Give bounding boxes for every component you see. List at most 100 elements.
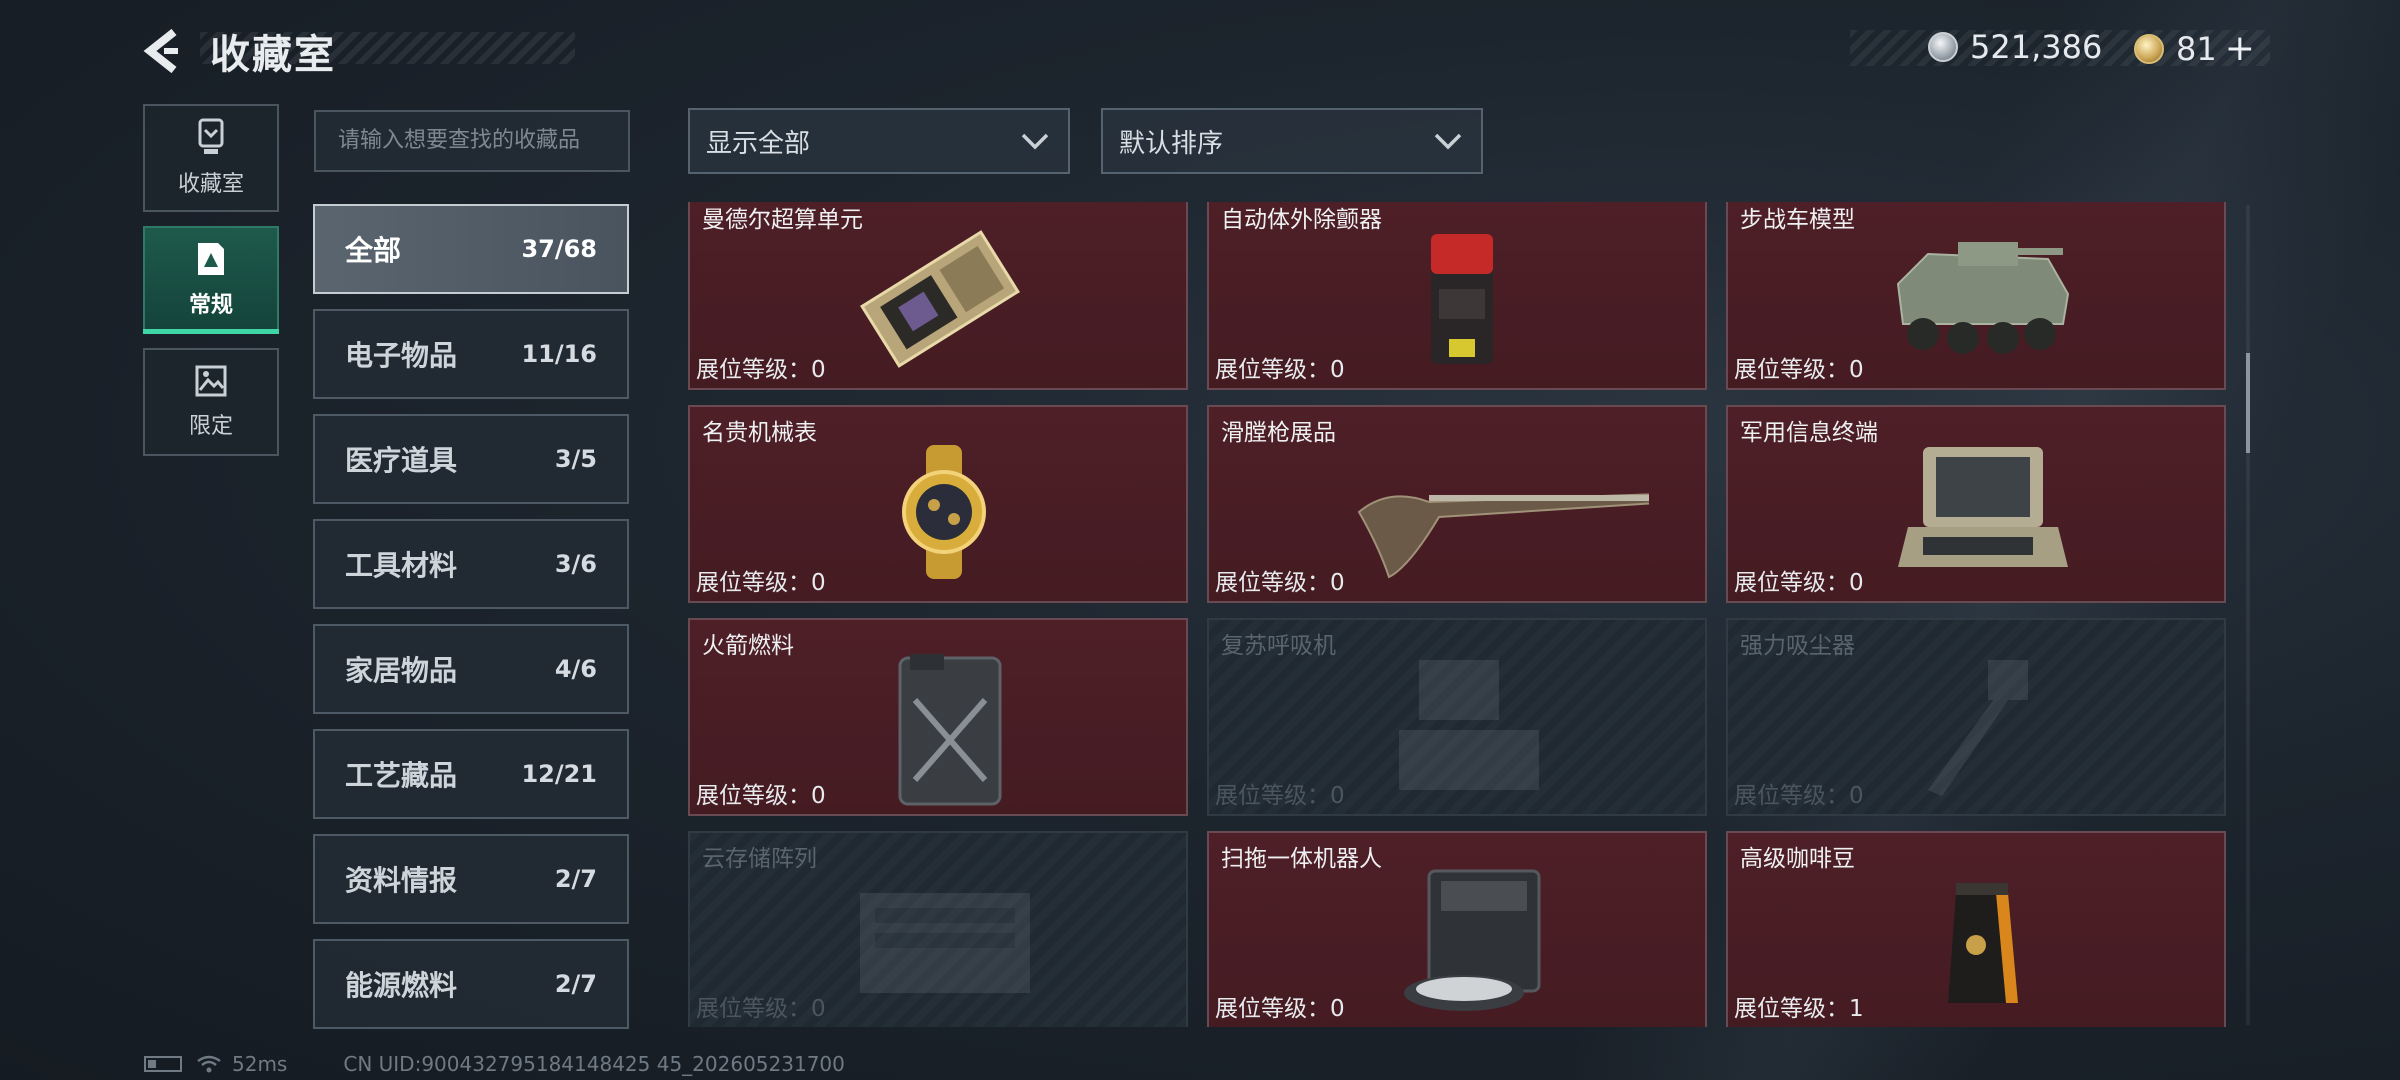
image-icon [195, 365, 227, 397]
top-bar: 收藏室 521,386 81 + [0, 0, 2400, 100]
collection-card[interactable]: 军用信息终端 展位等级：0 [1726, 405, 2226, 603]
item-level: 展位等级：0 [1734, 357, 1864, 383]
item-name: 滑膛枪展品 [1221, 420, 1336, 446]
item-name: 火箭燃料 [702, 633, 794, 659]
collection-card[interactable]: 步战车模型 展位等级：0 [1726, 202, 2226, 390]
category-count: 37/68 [521, 235, 597, 263]
ventilator-icon [1399, 660, 1539, 790]
document-icon [198, 243, 224, 275]
item-level: 展位等级：0 [696, 783, 826, 809]
item-name: 名贵机械表 [702, 420, 817, 446]
category-count: 11/16 [521, 340, 597, 368]
sort-value: 默认排序 [1119, 128, 1224, 159]
add-currency-button[interactable]: + [2225, 28, 2255, 69]
gold-currency-amount: 81 [2176, 29, 2217, 68]
collection-card[interactable]: 扫拖一体机器人 展位等级：0 [1207, 831, 1707, 1027]
collection-card[interactable]: 滑膛枪展品 展位等级：0 [1207, 405, 1707, 603]
category-count: 3/6 [554, 550, 597, 578]
search-input[interactable]: 请输入想要查找的收藏品 [314, 110, 630, 172]
category-name: 资料情报 [345, 864, 458, 897]
coffee-bag-icon [1948, 883, 2018, 1003]
item-level: 展位等级：0 [1215, 570, 1345, 596]
item-name: 强力吸尘器 [1740, 633, 1855, 659]
category-name: 工具材料 [345, 549, 458, 582]
vacuum-icon [1928, 660, 2028, 796]
category-name: 电子物品 [345, 339, 458, 372]
nav-item-regular[interactable]: 常规 [143, 226, 279, 334]
item-name: 云存储阵列 [702, 846, 817, 872]
category-count: 2/7 [554, 970, 597, 998]
collection-card[interactable]: 自动体外除颤器 展位等级：0 [1207, 202, 1707, 390]
item-level: 展位等级：0 [1734, 783, 1864, 809]
collection-card[interactable]: 高级咖啡豆 展位等级：1 [1726, 831, 2226, 1027]
item-name: 高级咖啡豆 [1740, 846, 1855, 872]
battery-icon [144, 1056, 182, 1072]
collection-card-locked[interactable]: 复苏呼吸机 展位等级：0 [1207, 618, 1707, 816]
collection-grid[interactable]: 曼德尔超算单元 展位等级：0 自动体外除颤器 展位等级：0 步战车模型 展位等级… [688, 202, 2233, 1027]
nav-item-limited[interactable]: 限定 [143, 348, 279, 456]
item-level: 展位等级：0 [696, 570, 826, 596]
category-item-medical[interactable]: 医疗道具 3/5 [313, 414, 629, 504]
category-item-intel[interactable]: 资料情报 2/7 [313, 834, 629, 924]
collection-card-locked[interactable]: 云存储阵列 展位等级：0 [688, 831, 1188, 1027]
category-name: 能源燃料 [345, 969, 458, 1002]
nav-item-label: 限定 [188, 414, 233, 439]
mop-robot-icon [1404, 869, 1541, 1011]
category-list: 全部 37/68 电子物品 11/16 医疗道具 3/5 工具材料 3/6 家居… [313, 204, 629, 1044]
collection-card[interactable]: 火箭燃料 展位等级：0 [688, 618, 1188, 816]
display-filter-value: 显示全部 [706, 128, 811, 159]
category-count: 2/7 [554, 865, 597, 893]
category-item-crafts[interactable]: 工艺藏品 12/21 [313, 729, 629, 819]
category-name: 医疗道具 [345, 444, 458, 477]
collection-grid-inner: 曼德尔超算单元 展位等级：0 自动体外除颤器 展位等级：0 步战车模型 展位等级… [688, 202, 2226, 1027]
gpu-card-icon [860, 230, 1020, 368]
silver-currency-amount: 521,386 [1970, 28, 2103, 66]
nav-item-label: 收藏室 [177, 172, 244, 197]
category-item-all[interactable]: 全部 37/68 [313, 204, 629, 294]
trophy-icon [198, 118, 224, 154]
back-button[interactable] [140, 26, 190, 76]
category-name: 工艺藏品 [345, 759, 458, 792]
category-count: 12/21 [521, 760, 597, 788]
category-name: 家居物品 [345, 654, 458, 687]
fuel-canister-icon [898, 654, 1002, 806]
item-level: 展位等级：0 [696, 996, 826, 1022]
defibrillator-icon [1431, 234, 1493, 364]
category-count: 3/5 [554, 445, 597, 473]
ping-value: 52ms [232, 1052, 288, 1076]
chevron-down-icon [1434, 133, 1462, 150]
category-item-energy[interactable]: 能源燃料 2/7 [313, 939, 629, 1029]
item-level: 展位等级：0 [696, 357, 826, 383]
item-name: 自动体外除颤器 [1221, 207, 1382, 233]
item-level: 展位等级：0 [1215, 357, 1345, 383]
category-name: 全部 [345, 234, 402, 267]
back-arrow-icon [143, 28, 178, 74]
nav-item-collection-room[interactable]: 收藏室 [143, 104, 279, 212]
item-name: 步战车模型 [1740, 207, 1855, 233]
collection-card[interactable]: 名贵机械表 展位等级：0 [688, 405, 1188, 603]
gold-watch-icon [902, 445, 986, 579]
nav-item-label: 常规 [188, 293, 233, 318]
silver-coin-icon [1928, 32, 1958, 62]
sort-dropdown[interactable]: 默认排序 [1101, 108, 1483, 174]
page-title: 收藏室 [210, 32, 336, 78]
display-filter-dropdown[interactable]: 显示全部 [688, 108, 1070, 174]
item-name: 曼德尔超算单元 [702, 207, 863, 233]
armored-vehicle-icon [1896, 242, 2070, 354]
chevron-down-icon [1021, 133, 1049, 150]
item-level: 展位等级：0 [1215, 996, 1345, 1022]
item-name: 军用信息终端 [1740, 420, 1878, 446]
category-item-household[interactable]: 家居物品 4/6 [313, 624, 629, 714]
category-item-tools[interactable]: 工具材料 3/6 [313, 519, 629, 609]
collection-card-locked[interactable]: 强力吸尘器 展位等级：0 [1726, 618, 2226, 816]
grid-scrollbar[interactable] [2246, 205, 2250, 1025]
wifi-icon [197, 1055, 221, 1073]
item-name: 复苏呼吸机 [1221, 633, 1336, 659]
collection-card[interactable]: 曼德尔超算单元 展位等级：0 [688, 202, 1188, 390]
category-item-electronics[interactable]: 电子物品 11/16 [313, 309, 629, 399]
gold-currency: 81 + [2134, 28, 2255, 69]
user-uid: CN UID:900432795184148425 45_20260523170… [343, 1052, 845, 1076]
silver-currency: 521,386 [1928, 28, 2102, 66]
scrollbar-thumb[interactable] [2246, 353, 2250, 453]
item-level: 展位等级：0 [1215, 783, 1345, 809]
